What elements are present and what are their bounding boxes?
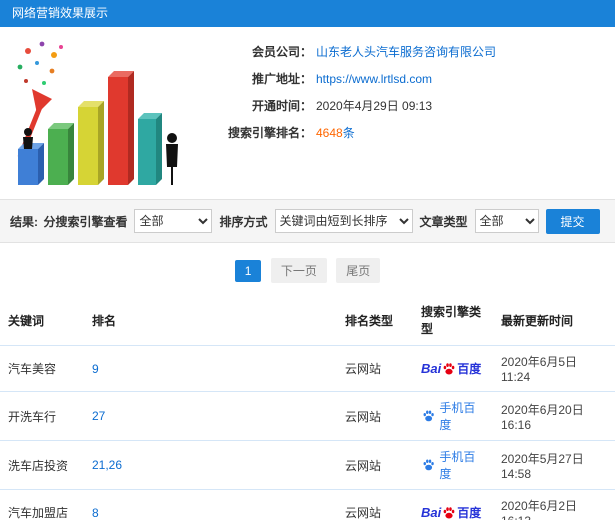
baidu-paw-icon <box>443 506 455 519</box>
result-label: 结果: <box>10 214 38 229</box>
table-row: 汽车美容 9 云网站 Bai 百度 2020年6月5日 11:24 <box>0 345 615 392</box>
rank-cell: 8 <box>84 489 337 520</box>
rank-type-cell: 云网站 <box>337 391 413 441</box>
table-row: 开洗车行 27 云网站 手机百度 2020年6月20日 16:16 <box>0 391 615 441</box>
table-row: 洗车店投资 21,26 云网站 手机百度 2020年5月27日 14:58 <box>0 440 615 490</box>
ranking-table: 关键词 排名 排名类型 搜索引擎类型 最新更新时间 汽车美容 9 云网站 Bai… <box>0 295 615 520</box>
rank-cell: 9 <box>84 345 337 392</box>
header-rank-type: 排名类型 <box>337 295 413 346</box>
rank-type-cell: 云网站 <box>337 489 413 520</box>
updated-cell: 2020年6月5日 11:24 <box>493 345 615 392</box>
submit-button[interactable]: 提交 <box>545 208 600 234</box>
header-keyword: 关键词 <box>0 295 84 346</box>
open-time-label: 开通时间： <box>251 99 312 113</box>
keyword-cell: 洗车店投资 <box>0 440 84 490</box>
company-link[interactable]: 山东老人头汽车服务咨询有限公司 <box>316 39 496 66</box>
article-type-select[interactable]: 全部 <box>474 209 539 233</box>
mobile-baidu-paw-icon <box>423 459 434 471</box>
rank-count-value: 4648 <box>316 126 343 140</box>
page-last-button[interactable]: 尾页 <box>336 258 381 283</box>
table-header-row: 关键词 排名 排名类型 搜索引擎类型 最新更新时间 <box>0 295 615 346</box>
engine-filter-select[interactable]: 全部 <box>134 209 213 233</box>
engine-cell: Bai 百度 <box>413 345 493 392</box>
rank-cell: 21,26 <box>84 440 337 490</box>
promo-url-link[interactable]: https://www.lrtlsd.com <box>316 66 432 93</box>
engine-cell: Bai 百度 <box>413 489 493 520</box>
rank-count-label: 搜索引擎排名： <box>227 126 312 140</box>
url-label: 推广地址： <box>251 72 312 86</box>
page-next-button[interactable]: 下一页 <box>270 258 327 283</box>
company-info: 会员公司： 山东老人头汽车服务咨询有限公司 推广地址： https://www.… <box>194 35 496 187</box>
engine-cell: 手机百度 <box>413 440 493 490</box>
article-type-label: 文章类型 <box>419 214 468 229</box>
bar-chart-illustration <box>6 35 188 187</box>
updated-cell: 2020年6月2日 16:13 <box>493 489 615 520</box>
filter-bar: 结果: 分搜索引擎查看 全部 排序方式 关键词由短到长排序 文章类型 全部 提交 <box>0 199 615 243</box>
rank-count-unit: 条 <box>342 126 355 140</box>
rank-type-cell: 云网站 <box>337 345 413 392</box>
page-current[interactable]: 1 <box>234 260 262 282</box>
engine-filter-label: 分搜索引擎查看 <box>43 214 128 229</box>
mobile-baidu-paw-icon <box>423 410 434 422</box>
sort-filter-label: 排序方式 <box>219 214 268 229</box>
baidu-logo: Bai 百度 <box>421 361 482 376</box>
header-rank: 排名 <box>84 295 337 346</box>
open-time-value: 2020年4月29日 09:13 <box>316 99 433 113</box>
rank-type-cell: 云网站 <box>337 440 413 490</box>
keyword-cell: 汽车美容 <box>0 345 84 392</box>
baidu-logo: Bai 百度 <box>421 505 482 520</box>
company-label: 会员公司： <box>251 45 312 59</box>
sort-select[interactable]: 关键词由短到长排序 <box>274 209 413 233</box>
info-panel: 会员公司： 山东老人头汽车服务咨询有限公司 推广地址： https://www.… <box>0 27 615 193</box>
rank-cell: 27 <box>84 391 337 441</box>
page-title: 网络营销效果展示 <box>0 0 615 27</box>
header-updated: 最新更新时间 <box>493 295 615 346</box>
table-row: 汽车加盟店 8 云网站 Bai百度 2020年6月2日 16:13 <box>0 489 615 520</box>
mobile-baidu-logo: 手机百度 <box>421 399 485 433</box>
updated-cell: 2020年6月20日 16:16 <box>493 391 615 441</box>
keyword-cell: 汽车加盟店 <box>0 489 84 520</box>
keyword-cell: 开洗车行 <box>0 391 84 441</box>
baidu-paw-icon <box>443 362 455 375</box>
updated-cell: 2020年5月27日 14:58 <box>493 440 615 490</box>
mobile-baidu-logo: 手机百度 <box>421 448 485 482</box>
engine-cell: 手机百度 <box>413 391 493 441</box>
header-engine-type: 搜索引擎类型 <box>413 295 493 346</box>
pagination: 1 下一页 尾页 <box>0 243 615 295</box>
